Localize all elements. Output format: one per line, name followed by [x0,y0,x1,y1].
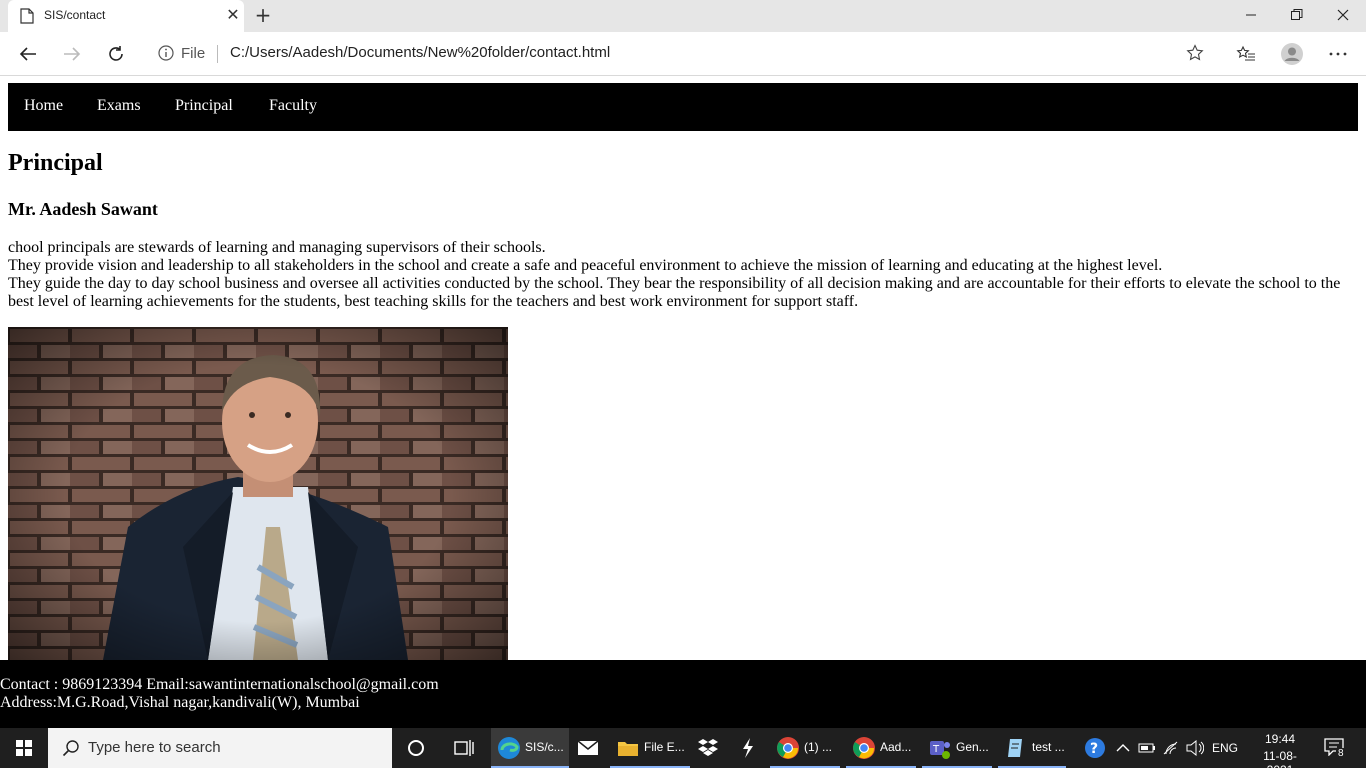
profile-avatar-icon[interactable] [1278,40,1306,68]
description-line: They provide vision and leadership to al… [8,257,1163,274]
taskbar-app-teams[interactable]: T Gen... [922,728,992,768]
clock-date: 11-08-2021 [1263,749,1297,768]
search-icon [62,739,80,761]
search-placeholder: Type here to search [88,739,221,756]
page-title: Principal [8,150,103,176]
taskbar-search-box[interactable]: Type here to search [48,728,392,768]
battery-icon[interactable] [1138,728,1156,768]
taskbar-app-chrome-2[interactable]: Aad... [846,728,916,768]
description-line: They guide the day to day school busines… [8,275,1341,310]
tab-close-icon[interactable]: ✕ [224,6,242,24]
browser-tab[interactable]: SIS/contact ✕ [8,0,244,32]
tab-title: SIS/contact [44,8,106,22]
taskbar-app-file-explorer[interactable]: File E... [610,728,690,768]
volume-icon[interactable] [1186,728,1204,768]
windows-taskbar: Type here to search SIS/c... File E... (… [0,728,1366,768]
notepad-icon [1008,739,1022,757]
dropbox-icon [698,739,718,756]
address-separator [217,45,218,63]
taskbar-app-label: SIS/c... [525,740,564,754]
taskbar-app-label: test ... [1032,740,1065,754]
info-icon[interactable] [158,45,174,65]
principal-name: Mr. Aadesh Sawant [8,199,158,219]
nav-link-faculty[interactable]: Faculty [269,97,317,115]
taskbar-app-generic[interactable] [730,728,768,768]
footer-contact: Contact : 9869123394 Email:sawantinterna… [0,676,439,693]
nav-link-principal[interactable]: Principal [175,97,233,115]
clock[interactable]: 19:44 11-08-2021 [1250,728,1310,768]
language-indicator[interactable]: ENG [1212,741,1238,755]
cortana-icon[interactable] [398,728,434,768]
description-line: chool principals are stewards of learnin… [8,239,546,256]
more-menu-icon[interactable] [1324,40,1352,68]
browser-toolbar: File C:/Users/Aadesh/Documents/New%20fol… [0,32,1366,76]
app-icon [743,738,753,758]
site-footer: Contact : 9869123394 Email:sawantinterna… [0,660,1366,728]
favorites-icon[interactable] [1232,40,1260,68]
page-icon [20,8,34,28]
nav-link-exams[interactable]: Exams [97,97,141,115]
folder-icon [618,742,638,756]
back-button[interactable] [14,40,42,68]
taskbar-app-label: (1) ... [804,740,833,754]
address-bar[interactable]: File C:/Users/Aadesh/Documents/New%20fol… [144,38,1218,70]
minimize-button[interactable] [1228,0,1274,30]
chrome-icon [777,737,799,759]
chrome-icon [853,737,875,759]
footer-address: Address:M.G.Road,Vishal nagar,kandivali(… [0,694,360,711]
task-view-icon[interactable] [446,728,482,768]
taskbar-app-label: File E... [644,740,685,754]
chevron-up-icon[interactable] [1114,728,1132,768]
taskbar-app-label: Aad... [880,740,912,754]
clock-time: 19:44 [1264,732,1296,746]
teams-icon: T [930,741,950,759]
refresh-button[interactable] [102,40,130,68]
taskbar-app-chrome-1[interactable]: (1) ... [770,728,840,768]
taskbar-app-edge[interactable]: SIS/c... [491,728,569,768]
browser-tab-strip: SIS/contact ✕ + [0,0,1366,32]
notification-count: 8 [1336,748,1346,759]
new-tab-button[interactable]: + [252,4,274,26]
taskbar-app-dropbox[interactable] [690,728,728,768]
taskbar-app-mail[interactable] [570,728,608,768]
mail-icon [577,740,599,755]
windows-start-icon[interactable] [0,728,48,768]
principal-photo [8,327,508,660]
forward-button[interactable] [58,40,86,68]
taskbar-app-notepad[interactable]: test ... [998,728,1066,768]
help-icon[interactable]: ? [1084,728,1108,768]
site-navbar: Home Exams Principal Faculty [8,83,1358,131]
taskbar-app-label: Gen... [956,740,989,754]
restore-button[interactable] [1274,0,1320,30]
edge-icon [498,737,520,759]
address-url[interactable]: C:/Users/Aadesh/Documents/New%20folder/c… [230,44,610,61]
close-window-button[interactable] [1320,0,1366,30]
favorite-star-icon[interactable] [1186,44,1204,66]
principal-description: chool principals are stewards of learnin… [8,239,1358,311]
svg-text:T: T [932,744,940,755]
wifi-icon[interactable] [1162,728,1180,768]
svg-text:?: ? [1090,741,1098,757]
nav-link-home[interactable]: Home [24,97,63,115]
notification-center-icon[interactable]: 8 [1320,728,1356,768]
address-scheme: File [181,45,206,62]
